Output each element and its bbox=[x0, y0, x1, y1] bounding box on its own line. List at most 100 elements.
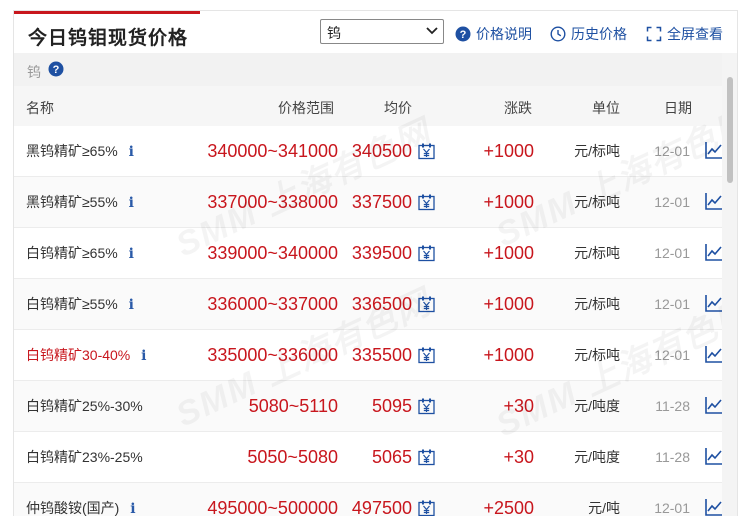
price-unit: 元/标吨 bbox=[574, 347, 620, 363]
price-change: +1000 bbox=[483, 345, 534, 365]
price-range: 340000~341000 bbox=[207, 141, 338, 161]
price-date: 12-01 bbox=[654, 194, 690, 210]
price-description-link[interactable]: ? 价格说明 bbox=[455, 24, 532, 44]
fullscreen-link[interactable]: 全屏查看 bbox=[646, 24, 723, 44]
trend-chart-icon[interactable] bbox=[704, 293, 724, 313]
price-range: 339000~340000 bbox=[207, 243, 338, 263]
info-icon[interactable]: i bbox=[129, 178, 134, 228]
price-change: +1000 bbox=[483, 192, 534, 212]
table-row[interactable]: 黑钨精矿≥65% i 340000~341000 340500 +1000 元/标吨 12… bbox=[14, 126, 724, 177]
average-price: 340500 bbox=[351, 141, 412, 161]
price-date: 11-28 bbox=[655, 449, 690, 465]
price-date: 12-01 bbox=[654, 245, 690, 261]
price-range: 335000~336000 bbox=[207, 345, 338, 365]
metal-select-value: 钨 bbox=[327, 25, 341, 41]
price-unit: 元/标吨 bbox=[574, 245, 620, 261]
price-description-label: 价格说明 bbox=[476, 26, 532, 42]
info-icon[interactable]: i bbox=[129, 229, 134, 279]
currency-yen-icon[interactable] bbox=[418, 245, 435, 262]
svg-text:?: ? bbox=[53, 64, 60, 76]
category-bar: 钨 ? bbox=[14, 53, 722, 86]
fullscreen-icon bbox=[646, 26, 662, 42]
average-price: 339500 bbox=[351, 243, 412, 263]
price-change: +1000 bbox=[483, 243, 534, 263]
clock-icon bbox=[550, 26, 566, 42]
product-name-cell[interactable]: 黑钨精矿≥55% i bbox=[26, 177, 134, 227]
panel-header: 今日钨钼现货价格 钨 ? 价格说明 历史价格 全屏查看 bbox=[14, 11, 737, 53]
product-name-cell[interactable]: 白钨精矿25%-30% bbox=[26, 381, 143, 431]
column-header-name: 名称 bbox=[26, 100, 54, 116]
table-row[interactable]: 白钨精矿25%-30% 5080~5110 5095 +30 元/吨度 11-28 bbox=[14, 381, 724, 432]
price-range: 337000~338000 bbox=[207, 192, 338, 212]
product-name: 黑钨精矿≥65% bbox=[26, 143, 118, 159]
price-unit: 元/标吨 bbox=[574, 194, 620, 210]
product-name: 仲钨酸铵(国产) bbox=[26, 500, 120, 516]
trend-chart-icon[interactable] bbox=[704, 344, 724, 364]
column-header-range: 价格范围 bbox=[278, 100, 334, 116]
product-name: 白钨精矿25%-30% bbox=[26, 398, 143, 414]
info-icon[interactable]: i bbox=[129, 127, 134, 177]
table-header: 名称 价格范围 均价 涨跌 单位 日期 bbox=[14, 86, 722, 126]
currency-yen-icon[interactable] bbox=[418, 194, 435, 211]
price-date: 12-01 bbox=[654, 296, 690, 312]
price-unit: 元/标吨 bbox=[574, 143, 620, 159]
currency-yen-icon[interactable] bbox=[418, 398, 435, 415]
trend-chart-icon[interactable] bbox=[704, 140, 724, 160]
question-circle-icon: ? bbox=[455, 26, 471, 42]
price-change: +2500 bbox=[483, 498, 534, 516]
table-row[interactable]: 白钨精矿23%-25% 5050~5080 5065 +30 元/吨度 11-28 bbox=[14, 432, 724, 483]
currency-yen-icon[interactable] bbox=[418, 143, 435, 160]
table-row[interactable]: 仲钨酸铵(国产) i 495000~500000 497500 +2500 元/吨 12-… bbox=[14, 483, 724, 516]
question-circle-icon[interactable]: ? bbox=[48, 61, 64, 77]
price-range: 336000~337000 bbox=[207, 294, 338, 314]
column-header-avg: 均价 bbox=[384, 100, 412, 116]
product-name-cell[interactable]: 仲钨酸铵(国产) i bbox=[26, 483, 136, 516]
product-name-cell[interactable]: 黑钨精矿≥65% i bbox=[26, 126, 134, 176]
column-header-unit: 单位 bbox=[592, 100, 620, 116]
product-name-cell[interactable]: 白钨精矿≥55% i bbox=[26, 279, 134, 329]
average-price: 335500 bbox=[351, 345, 412, 365]
metal-select[interactable]: 钨 bbox=[320, 19, 444, 44]
price-unit: 元/吨度 bbox=[574, 398, 620, 414]
currency-yen-icon[interactable] bbox=[418, 296, 435, 313]
currency-yen-icon[interactable] bbox=[418, 500, 435, 516]
trend-chart-icon[interactable] bbox=[704, 191, 724, 211]
trend-chart-icon[interactable] bbox=[704, 395, 724, 415]
average-price: 336500 bbox=[351, 294, 412, 314]
price-unit: 元/标吨 bbox=[574, 296, 620, 312]
trend-chart-icon[interactable] bbox=[704, 497, 724, 516]
history-price-link[interactable]: 历史价格 bbox=[550, 24, 627, 44]
table-row[interactable]: 白钨精矿≥65% i 339000~340000 339500 +1000 元/标吨 12… bbox=[14, 228, 724, 279]
info-icon[interactable]: i bbox=[141, 331, 146, 381]
product-name-cell[interactable]: 白钨精矿30-40% i bbox=[26, 330, 146, 380]
trend-chart-icon[interactable] bbox=[704, 242, 724, 262]
price-range: 5050~5080 bbox=[247, 447, 338, 467]
price-change: +1000 bbox=[483, 141, 534, 161]
category-label: 钨 bbox=[27, 64, 41, 80]
table-row[interactable]: 黑钨精矿≥55% i 337000~338000 337500 +1000 元/标吨 12… bbox=[14, 177, 724, 228]
info-icon[interactable]: i bbox=[129, 280, 134, 330]
trend-chart-icon[interactable] bbox=[704, 446, 724, 466]
scrollbar[interactable] bbox=[722, 53, 737, 516]
table-row[interactable]: 白钨精矿≥55% i 336000~337000 336500 +1000 元/标吨 12… bbox=[14, 279, 724, 330]
product-name: 黑钨精矿≥55% bbox=[26, 194, 118, 210]
product-name: 白钨精矿23%-25% bbox=[26, 449, 143, 465]
product-name-cell[interactable]: 白钨精矿≥65% i bbox=[26, 228, 134, 278]
table-row[interactable]: 白钨精矿30-40% i 335000~336000 335500 +1000 元/标吨… bbox=[14, 330, 724, 381]
price-range: 495000~500000 bbox=[207, 498, 338, 516]
svg-text:?: ? bbox=[460, 29, 467, 41]
info-icon[interactable]: i bbox=[130, 484, 135, 516]
product-name-cell[interactable]: 白钨精矿23%-25% bbox=[26, 432, 143, 482]
price-range: 5080~5110 bbox=[248, 396, 338, 416]
chevron-down-icon bbox=[426, 27, 438, 35]
average-price: 5065 bbox=[371, 447, 412, 467]
price-unit: 元/吨 bbox=[588, 500, 620, 516]
product-name: 白钨精矿≥55% bbox=[26, 296, 118, 312]
currency-yen-icon[interactable] bbox=[418, 449, 435, 466]
product-name: 白钨精矿≥65% bbox=[26, 245, 118, 261]
price-date: 12-01 bbox=[654, 347, 690, 363]
price-change: +30 bbox=[503, 396, 534, 416]
currency-yen-icon[interactable] bbox=[418, 347, 435, 364]
scrollbar-thumb[interactable] bbox=[727, 77, 733, 183]
price-date: 12-01 bbox=[654, 143, 690, 159]
